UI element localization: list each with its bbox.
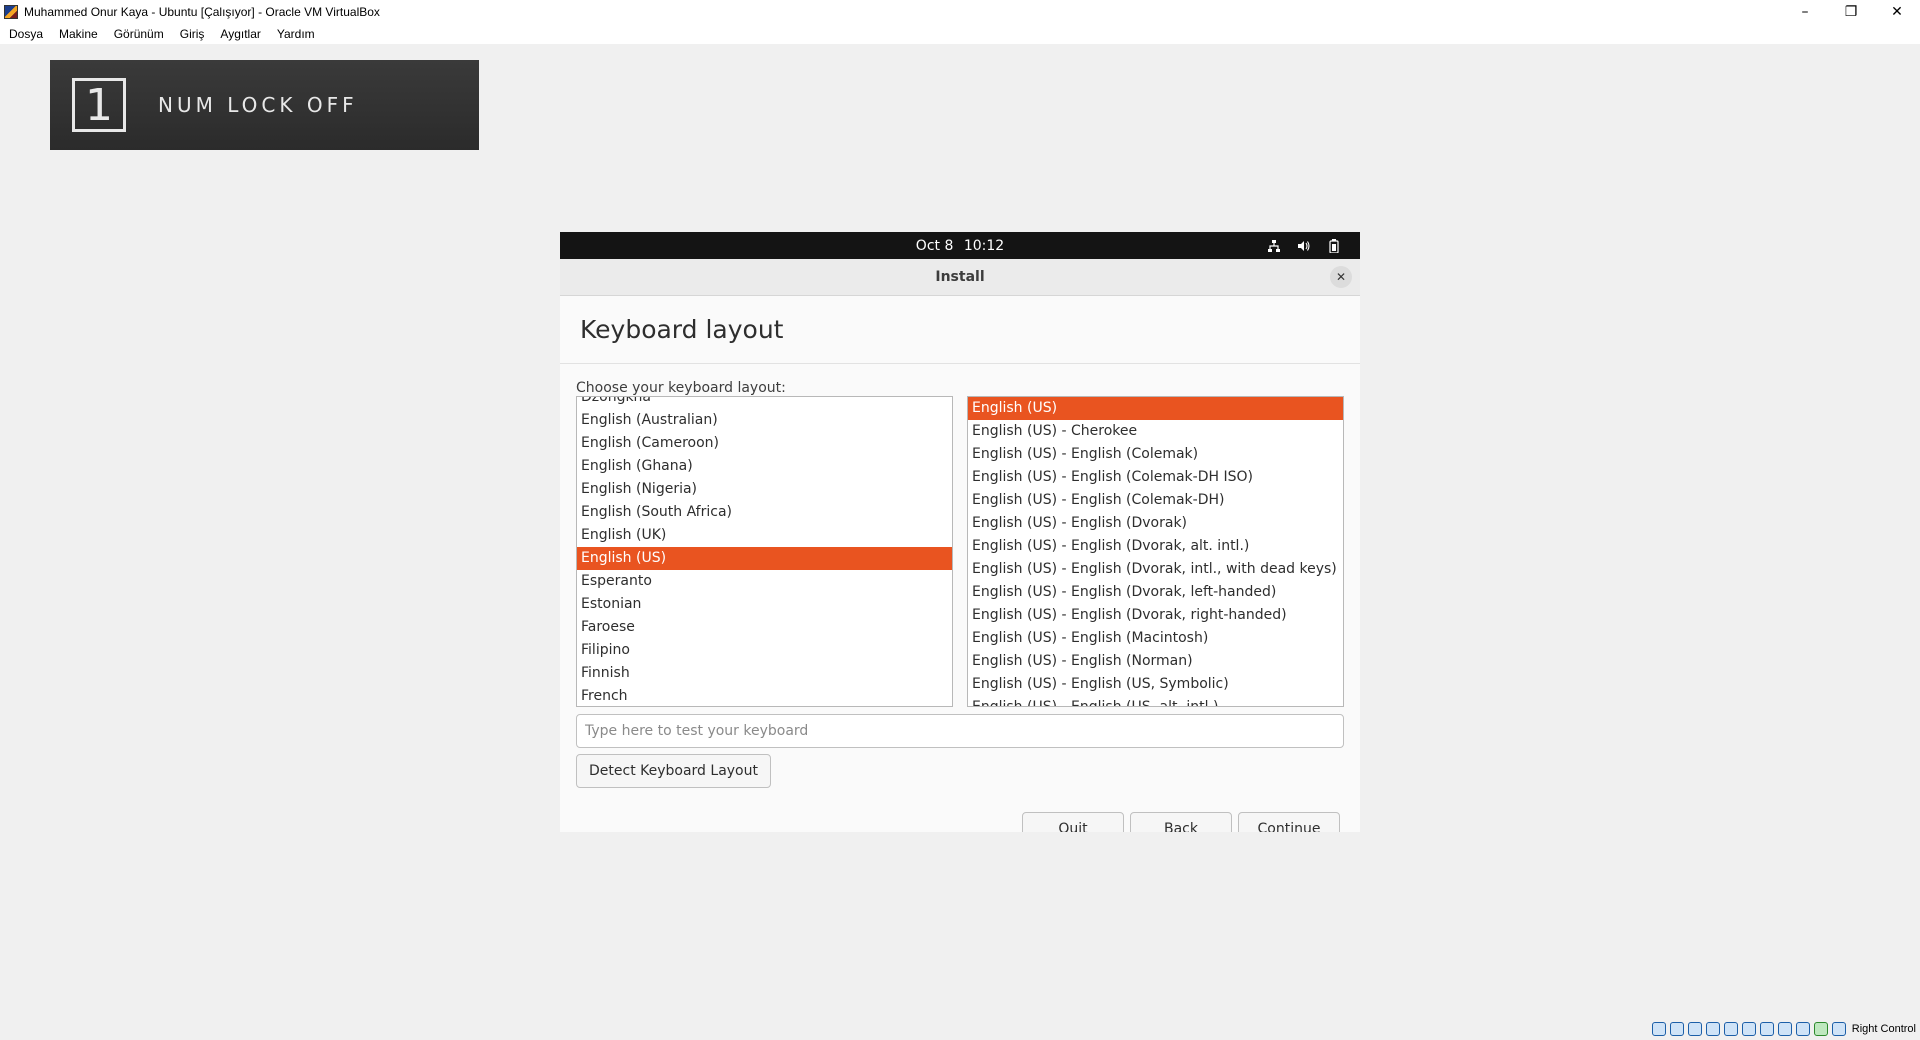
list-item[interactable]: English (Nigeria) [577, 478, 952, 501]
variant-list[interactable]: English (US) English (US) - Cherokee Eng… [967, 396, 1344, 707]
continue-button[interactable]: Continue [1238, 812, 1340, 832]
vm-screen: Oct 8 10:12 Install ✕ Keyboard layout Ch… [560, 232, 1360, 832]
battery-icon [1326, 238, 1342, 253]
list-item[interactable]: English (US) - English (US, Symbolic) [968, 673, 1343, 696]
list-item[interactable]: Estonian [577, 593, 952, 616]
audio-icon[interactable] [1687, 1022, 1702, 1036]
menu-yardim[interactable]: Yardım [277, 27, 315, 41]
list-item[interactable]: English (US) - English (Norman) [968, 650, 1343, 673]
num-lock-digit: 1 [72, 78, 126, 132]
list-item[interactable]: English (US) - English (Colemak-DH) [968, 489, 1343, 512]
close-window-button[interactable]: ✕ [1874, 0, 1920, 24]
list-item[interactable]: Esperanto [577, 570, 952, 593]
gnome-top-bar: Oct 8 10:12 [560, 232, 1360, 259]
list-item[interactable]: Filipino [577, 639, 952, 662]
network-adapter-icon[interactable] [1705, 1022, 1720, 1036]
list-item[interactable]: English (US) - English (Dvorak, right-ha… [968, 604, 1343, 627]
back-button[interactable]: Back [1130, 812, 1232, 832]
network-icon [1266, 239, 1282, 253]
list-item[interactable]: English (Cameroon) [577, 432, 952, 455]
list-item[interactable]: English (US) - English (Colemak) [968, 443, 1343, 466]
menu-giris[interactable]: Giriş [180, 27, 205, 41]
display-icon[interactable] [1759, 1022, 1774, 1036]
virtualbox-app-icon [4, 5, 18, 19]
list-item[interactable]: English (US) - English (Macintosh) [968, 627, 1343, 650]
list-item[interactable]: English (US) [577, 547, 952, 570]
list-item[interactable]: French [577, 685, 952, 706]
window-controls: – ❐ ✕ [1782, 0, 1920, 24]
list-item[interactable]: English (US) - English (Colemak-DH ISO) [968, 466, 1343, 489]
installer-window-title: Install [935, 269, 985, 285]
shared-folders-icon[interactable] [1741, 1022, 1756, 1036]
list-item[interactable]: Finnish [577, 662, 952, 685]
hard-disk-icon[interactable] [1651, 1022, 1666, 1036]
list-item[interactable]: English (South Africa) [577, 501, 952, 524]
menu-makine[interactable]: Makine [59, 27, 98, 41]
list-item[interactable]: Faroese [577, 616, 952, 639]
host-status-bar: Right Control [1651, 1018, 1920, 1040]
host-key-label: Right Control [1851, 1023, 1916, 1035]
choose-layout-label: Choose your keyboard layout: [576, 380, 786, 396]
layout-lists: Dzongkha English (Australian) English (C… [576, 396, 1344, 707]
detect-keyboard-layout-button[interactable]: Detect Keyboard Layout [576, 754, 771, 788]
list-item[interactable]: English (US) [968, 397, 1343, 420]
page-title: Keyboard layout [580, 315, 784, 344]
quit-button[interactable]: Quit [1022, 812, 1124, 832]
layout-list[interactable]: Dzongkha English (Australian) English (C… [576, 396, 953, 707]
num-lock-text: NUM LOCK OFF [158, 93, 358, 117]
volume-icon [1296, 239, 1312, 253]
list-item[interactable]: English (Australian) [577, 409, 952, 432]
clock-date: Oct 8 [915, 237, 954, 254]
list-item[interactable]: English (US) - English (US, alt. intl.) [968, 696, 1343, 706]
list-item[interactable]: Dzongkha [577, 397, 952, 409]
installer-header-bar: Install ✕ [560, 259, 1360, 296]
clock-time: 10:12 [963, 237, 1005, 254]
host-title-bar: Muhammed Onur Kaya - Ubuntu [Çalışıyor] … [0, 0, 1920, 24]
list-item[interactable]: English (US) - English (Dvorak, intl., w… [968, 558, 1343, 581]
list-item[interactable]: English (US) - Cherokee [968, 420, 1343, 443]
cpu-activity-icon[interactable] [1813, 1022, 1828, 1036]
system-tray[interactable] [1266, 232, 1342, 259]
optical-drive-icon[interactable] [1669, 1022, 1684, 1036]
list-item[interactable]: English (US) - English (Dvorak, left-han… [968, 581, 1343, 604]
page-header: Keyboard layout [560, 296, 1360, 364]
installer-content: Choose your keyboard layout: Dzongkha En… [560, 380, 1360, 788]
keyboard-test-input[interactable] [576, 714, 1344, 748]
usb-icon[interactable] [1723, 1022, 1738, 1036]
recording-icon[interactable] [1795, 1022, 1810, 1036]
video-capture-icon[interactable] [1777, 1022, 1792, 1036]
num-lock-overlay: 1 NUM LOCK OFF [50, 60, 479, 150]
list-item[interactable]: English (US) - English (Dvorak) [968, 512, 1343, 535]
menu-dosya[interactable]: Dosya [9, 27, 43, 41]
clock[interactable]: Oct 8 10:12 [913, 238, 1007, 254]
host-window-title: Muhammed Onur Kaya - Ubuntu [Çalışıyor] … [24, 5, 380, 19]
menu-gorunum[interactable]: Görünüm [114, 27, 164, 41]
minimize-button[interactable]: – [1782, 0, 1828, 24]
menu-aygitlar[interactable]: Aygıtlar [220, 27, 260, 41]
mouse-integration-icon[interactable] [1831, 1022, 1846, 1036]
installer-close-button[interactable]: ✕ [1330, 266, 1352, 288]
wizard-navigation: Quit Back Continue [1022, 812, 1340, 832]
list-item[interactable]: English (Ghana) [577, 455, 952, 478]
restore-button[interactable]: ❐ [1828, 0, 1874, 24]
list-item[interactable]: English (UK) [577, 524, 952, 547]
host-menu-bar: Dosya Makine Görünüm Giriş Aygıtlar Yard… [0, 24, 1920, 44]
list-item[interactable]: English (US) - English (Dvorak, alt. int… [968, 535, 1343, 558]
